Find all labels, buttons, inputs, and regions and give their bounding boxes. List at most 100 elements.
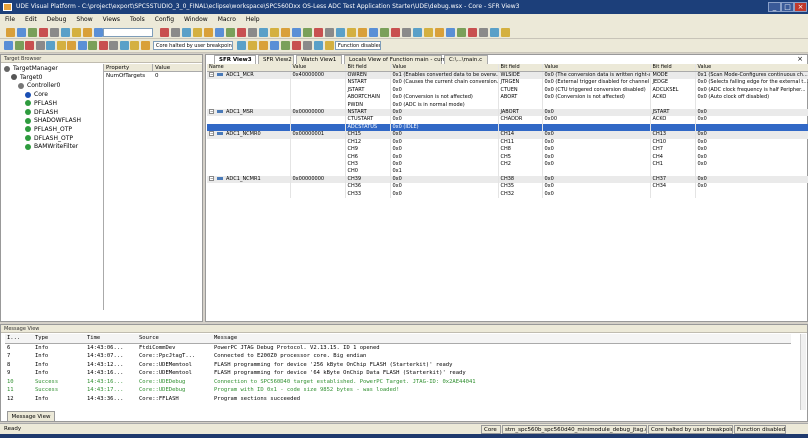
sfr-row[interactable]: NSTART 0x0 (Causes the current chain conv… <box>207 79 808 87</box>
toolbar-button-icon[interactable] <box>501 28 510 37</box>
sfr-row[interactable]: − ADC1_MSR 0x00000000 NSTART 0x0 JABORT 0x0 JST… <box>207 108 808 117</box>
toolbar-button-icon[interactable] <box>435 28 444 37</box>
message-row[interactable]: 7 Info 14:43:07... Core::PpcJtagT... Connect… <box>5 352 791 361</box>
sfr-row[interactable]: CH12 0x0 CH11 0x0 CH10 0x0 <box>207 138 808 146</box>
sfr-col-header[interactable]: Name <box>207 64 291 72</box>
toolbar-button-icon[interactable] <box>193 28 202 37</box>
message-row[interactable]: 10 Success 14:43:16... Core::UDEDebug Connec… <box>5 378 791 387</box>
toolbar-button-icon[interactable] <box>259 28 268 37</box>
toolbar-button-icon[interactable] <box>270 28 279 37</box>
toolbar-button-icon[interactable] <box>325 28 334 37</box>
toolbar-button-icon[interactable] <box>25 41 34 50</box>
menu-item-0[interactable]: File <box>0 14 20 26</box>
sfr-row[interactable]: ABORTCHAIN 0x0 (Conversion is not affecte… <box>207 93 808 102</box>
toolbar-button-icon[interactable] <box>204 28 213 37</box>
toolbar-button-icon[interactable] <box>14 41 24 50</box>
toolbar-button-icon[interactable] <box>6 28 15 37</box>
tree-node-bamwritefilter[interactable]: BAMWriteFilter <box>4 143 102 152</box>
sfr-col-header[interactable]: Bit field <box>498 64 543 72</box>
toolbar-button-icon[interactable] <box>391 28 400 37</box>
message-col-header[interactable]: Type <box>33 334 85 344</box>
tree-node-dflash[interactable]: DFLASH <box>4 109 102 118</box>
tree-node-targetmanager[interactable]: TargetManager <box>4 65 102 74</box>
sfr-row[interactable]: CH3 0x0 CH2 0x0 CH1 0x0 <box>207 160 808 169</box>
tree-node-controller0[interactable]: Controller0 <box>4 82 102 91</box>
toolbar-button-icon[interactable] <box>226 28 235 37</box>
tree-node-pflash[interactable]: PFLASH <box>4 100 102 109</box>
toolbar-button-icon[interactable] <box>248 28 257 37</box>
message-col-header[interactable]: Source <box>137 334 212 344</box>
tab-message-view[interactable]: Message View <box>7 411 55 422</box>
toolbar-button-icon[interactable] <box>77 41 87 50</box>
expand-toggle-icon[interactable]: − <box>209 131 214 137</box>
toolbar-button-icon[interactable] <box>83 28 92 37</box>
toolbar-button-icon[interactable] <box>17 28 26 37</box>
toolbar-button-icon[interactable] <box>281 28 290 37</box>
sfr-col-header[interactable]: Bit field <box>650 64 696 72</box>
toolbar-button-icon[interactable] <box>248 41 257 50</box>
toolbar-button-icon[interactable] <box>314 41 323 50</box>
toolbar-button-icon[interactable] <box>358 28 367 37</box>
toolbar-button-icon[interactable] <box>237 28 246 37</box>
sfr-col-header[interactable]: Value <box>290 64 346 72</box>
expand-toggle-icon[interactable]: − <box>209 108 214 114</box>
sfr-tab-2[interactable]: Watch View1 <box>296 55 342 64</box>
toolbar-button-icon[interactable] <box>369 28 378 37</box>
toolbar-button-icon[interactable] <box>94 28 103 37</box>
sfr-col-header[interactable]: Bit field <box>345 64 391 72</box>
tree-node-target0[interactable]: Target0 <box>4 74 102 83</box>
message-row[interactable]: 11 Success 14:43:17... Core::UDEDebug Progra… <box>5 386 791 395</box>
message-scrollbar[interactable] <box>800 334 806 410</box>
sfr-row[interactable]: CH0 0x1 <box>207 168 808 176</box>
maximize-button[interactable]: □ <box>781 2 794 12</box>
toolbar-button-icon[interactable] <box>109 41 118 50</box>
property-row[interactable]: NumOfTargets 0 <box>104 72 202 80</box>
menu-item-9[interactable]: Help <box>241 14 265 26</box>
menu-item-7[interactable]: Window <box>179 14 213 26</box>
toolbar-button-icon[interactable] <box>325 41 334 50</box>
toolbar-button-icon[interactable] <box>88 41 97 50</box>
config-select[interactable] <box>103 28 153 37</box>
sfr-tab-3[interactable]: Locals View of Function main - current <box>344 55 454 64</box>
sfr-row[interactable]: ADCSTATUS 0x0 (IDLE) <box>207 123 808 132</box>
menu-item-2[interactable]: Debug <box>42 14 72 26</box>
message-row[interactable]: 9 Info 14:43:16... Core::UDEMemtool FLASH pr… <box>5 369 791 378</box>
toolbar-button-icon[interactable] <box>4 41 13 50</box>
toolbar-button-icon[interactable] <box>67 41 76 50</box>
toolbar-button-icon[interactable] <box>160 28 169 37</box>
message-row[interactable]: 8 Info 14:43:12... Core::UDEMemtool FLASH pr… <box>5 361 791 370</box>
toolbar-button-icon[interactable] <box>270 41 279 50</box>
sfr-row[interactable]: CH33 0x0 CH32 0x0 <box>207 190 808 198</box>
message-col-header[interactable]: Time <box>85 334 137 344</box>
toolbar-button-icon[interactable] <box>130 41 139 50</box>
sfr-tab-4[interactable]: C:\...\main.c <box>444 55 488 64</box>
tree-node-shadowflash[interactable]: SHADOWFLASH <box>4 117 102 126</box>
sfr-row[interactable]: − ADC1_MCR 0x40000000 OWREN 0x1 (Enables con… <box>207 71 808 79</box>
toolbar-button-icon[interactable] <box>259 41 268 50</box>
minimize-button[interactable]: _ <box>768 2 781 12</box>
sfr-row[interactable]: − ADC1_NCMR0 0x00000001 CH15 0x0 CH14 0x0 CH13 0… <box>207 131 808 139</box>
toolbar-button-icon[interactable] <box>72 28 81 37</box>
toolbar-button-icon[interactable] <box>292 28 301 37</box>
menu-item-1[interactable]: Edit <box>20 14 42 26</box>
expand-toggle-icon[interactable]: − <box>209 72 214 77</box>
toolbar-button-icon[interactable] <box>424 28 433 37</box>
message-col-header[interactable]: Message <box>212 334 791 344</box>
sfr-tab-1[interactable]: SFR View2 <box>258 55 294 64</box>
toolbar-button-icon[interactable] <box>61 28 70 37</box>
toolbar-button-icon[interactable] <box>237 41 246 50</box>
toolbar-button-icon[interactable] <box>50 28 59 37</box>
tree-node-core[interactable]: Core <box>4 91 102 100</box>
toolbar-button-icon[interactable] <box>446 28 455 37</box>
toolbar-button-icon[interactable] <box>140 41 150 50</box>
sfr-row[interactable]: CTUSTART 0x0 CHADDR 0x00 ACKO 0x0 <box>207 116 808 124</box>
sfr-row[interactable]: CH9 0x0 CH8 0x0 CH7 0x0 <box>207 145 808 154</box>
toolbar-button-icon[interactable] <box>303 41 312 50</box>
toolbar-button-icon[interactable] <box>380 28 389 37</box>
toolbar-button-icon[interactable] <box>303 28 312 37</box>
panel-close-icon[interactable]: × <box>797 55 803 63</box>
message-row[interactable]: 6 Info 14:43:06... FtdiCommDev PowerPC JTAG … <box>5 343 791 352</box>
menu-item-8[interactable]: Macro <box>213 14 241 26</box>
tree-node-pflash_otp[interactable]: PFLASH_OTP <box>4 126 102 135</box>
toolbar-button-icon[interactable] <box>347 28 356 37</box>
